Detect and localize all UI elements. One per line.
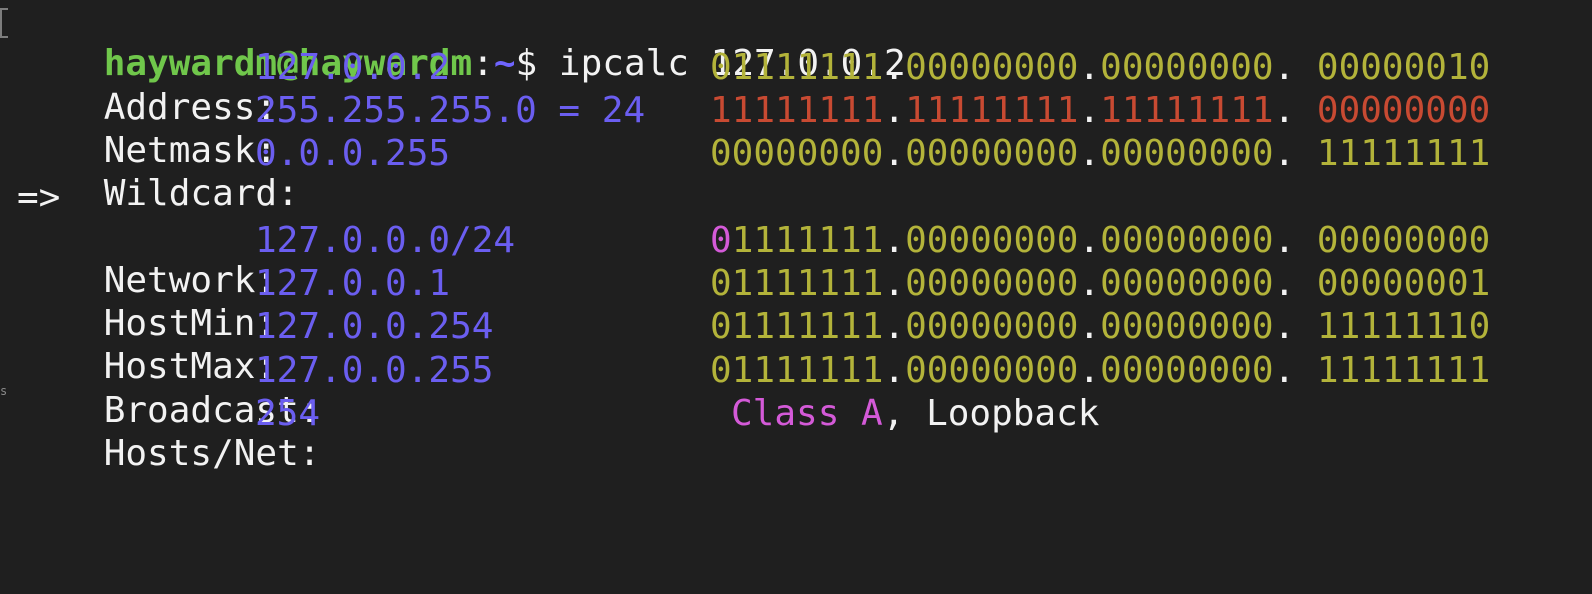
row-value: 0.0.0.255 — [255, 133, 451, 174]
output-arrow: => — [17, 177, 61, 218]
row-binary: 01111111.00000000.00000000. 00000001 — [710, 264, 1490, 304]
binary-octet-1: 01111111 — [710, 350, 884, 391]
output-row-wildcard: Wildcard: 0.0.0.255 00000000.00000000.00… — [17, 134, 1491, 214]
output-row-address: Address: 127.0.0.2 01111111.00000000.000… — [17, 48, 1491, 128]
terminal-window[interactable]: s haywardm@haywardm:~$ ipcalc 127.0.0.2 … — [0, 0, 1592, 474]
row-binary: 01111111.00000000.00000000. 00000000 — [710, 221, 1490, 261]
binary-octet-2: 00000000 — [905, 133, 1079, 174]
selection-bracket — [0, 8, 8, 38]
binary-dot: . — [883, 350, 906, 391]
binary-dot: . — [883, 133, 906, 174]
output-row-hostmax: HostMax: 127.0.0.254 01111111.00000000.0… — [17, 307, 1491, 387]
binary-octet-3: 00000000 — [1100, 350, 1274, 391]
binary-octet-2: 00000000 — [905, 350, 1079, 391]
row-value: 127.0.0.2 — [255, 47, 451, 88]
binary-octet-2: 11111111 — [905, 90, 1079, 131]
binary-octet-3: 11111111 — [1100, 90, 1274, 131]
binary-octet-4: 11111110 — [1316, 306, 1491, 347]
output-row-broadcast: Broadcast: 127.0.0.255 01111111.00000000… — [17, 351, 1491, 431]
binary-octet-1: 11111111 — [710, 90, 884, 131]
binary-dot: . — [883, 220, 906, 261]
row-label: Hosts/Net: — [103, 433, 321, 474]
binary-dot: . — [883, 90, 906, 131]
row-value: 254 — [255, 393, 321, 434]
binary-dot-space: . — [1273, 263, 1317, 304]
binary-dot: . — [883, 263, 906, 304]
binary-octet-1: 01111111 — [710, 47, 884, 88]
binary-octet-4: 00000000 — [1316, 90, 1491, 131]
binary-dot-space: . — [1273, 306, 1317, 347]
binary-octet-2: 00000000 — [905, 306, 1079, 347]
binary-octet-4: 00000000 — [1316, 220, 1491, 261]
prompt-path: ~ — [493, 43, 516, 84]
binary-dot-space: . — [1273, 350, 1317, 391]
binary-octet-3: 00000000 — [1100, 263, 1274, 304]
binary-dot: . — [1078, 47, 1101, 88]
class-bit: 0 — [710, 220, 732, 261]
binary-octet-3: 00000000 — [1100, 47, 1274, 88]
row-value: 255.255.255.0 = 24 — [255, 90, 646, 131]
row-binary: 00000000.00000000.00000000. 11111111 — [710, 134, 1490, 174]
prompt-separator: : — [472, 43, 494, 84]
row-value: 127.0.0.254 — [255, 306, 494, 347]
binary-dot: . — [883, 306, 906, 347]
row-binary: 01111111.00000000.00000000. 11111110 — [710, 307, 1490, 347]
binary-dot: . — [1078, 263, 1101, 304]
binary-octet-1: 01111111 — [710, 306, 884, 347]
output-row-network: Network: 127.0.0.0/24 01111111.00000000.… — [17, 221, 1491, 301]
row-label: Wildcard: — [103, 173, 299, 214]
binary-octet-1: 00000000 — [710, 133, 884, 174]
gutter-letter: s — [0, 384, 8, 398]
binary-dot-space: . — [1273, 133, 1317, 174]
row-value: 127.0.0.1 — [255, 263, 451, 304]
binary-octet-4: 00000001 — [1316, 263, 1491, 304]
binary-dot: . — [883, 47, 906, 88]
binary-dot: . — [1078, 350, 1101, 391]
row-binary: 01111111.00000000.00000000. 11111111 — [710, 351, 1490, 391]
prompt-line[interactable]: haywardm@haywardm:~$ ipcalc 127.0.0.2 — [17, 4, 906, 84]
binary-octet-4: 11111111 — [1316, 350, 1491, 391]
row-binary: 11111111.11111111.11111111. 00000000 — [710, 91, 1490, 131]
network-class-info: Class A, Loopback — [731, 394, 1099, 434]
binary-octet-4: 00000010 — [1316, 47, 1491, 88]
binary-octet-3: 00000000 — [1100, 133, 1274, 174]
binary-octet-2: 00000000 — [905, 263, 1079, 304]
binary-octet-4: 11111111 — [1316, 133, 1491, 174]
binary-dot: . — [1078, 133, 1101, 174]
output-row-hostmin: HostMin: 127.0.0.1 01111111.00000000.000… — [17, 264, 1491, 344]
binary-octet-2: 00000000 — [905, 47, 1079, 88]
output-row-netmask: Netmask: 255.255.255.0 = 24 11111111.111… — [17, 91, 1491, 171]
prompt-symbol: $ — [515, 43, 538, 84]
class-suffix: , Loopback — [882, 393, 1100, 434]
class-label: Class A — [731, 393, 883, 434]
binary-dot: . — [1078, 220, 1101, 261]
binary-dot-space: . — [1273, 90, 1317, 131]
binary-octet-3: 00000000 — [1100, 220, 1274, 261]
binary-dot: . — [1078, 306, 1101, 347]
row-value: 127.0.0.0/24 — [255, 220, 516, 261]
binary-octet-1: 01111111 — [710, 263, 884, 304]
output-row-hosts-net: Hosts/Net: 254 Class A, Loopback — [17, 393, 1100, 474]
row-binary: 01111111.00000000.00000000. 00000010 — [710, 48, 1490, 88]
row-value: 127.0.0.255 — [255, 350, 494, 391]
binary-octet-3: 00000000 — [1100, 306, 1274, 347]
binary-dot-space: . — [1273, 220, 1317, 261]
binary-octet-1-rest: 1111111 — [731, 220, 884, 261]
binary-dot: . — [1078, 90, 1101, 131]
binary-dot-space: . — [1273, 47, 1317, 88]
binary-octet-2: 00000000 — [905, 220, 1079, 261]
